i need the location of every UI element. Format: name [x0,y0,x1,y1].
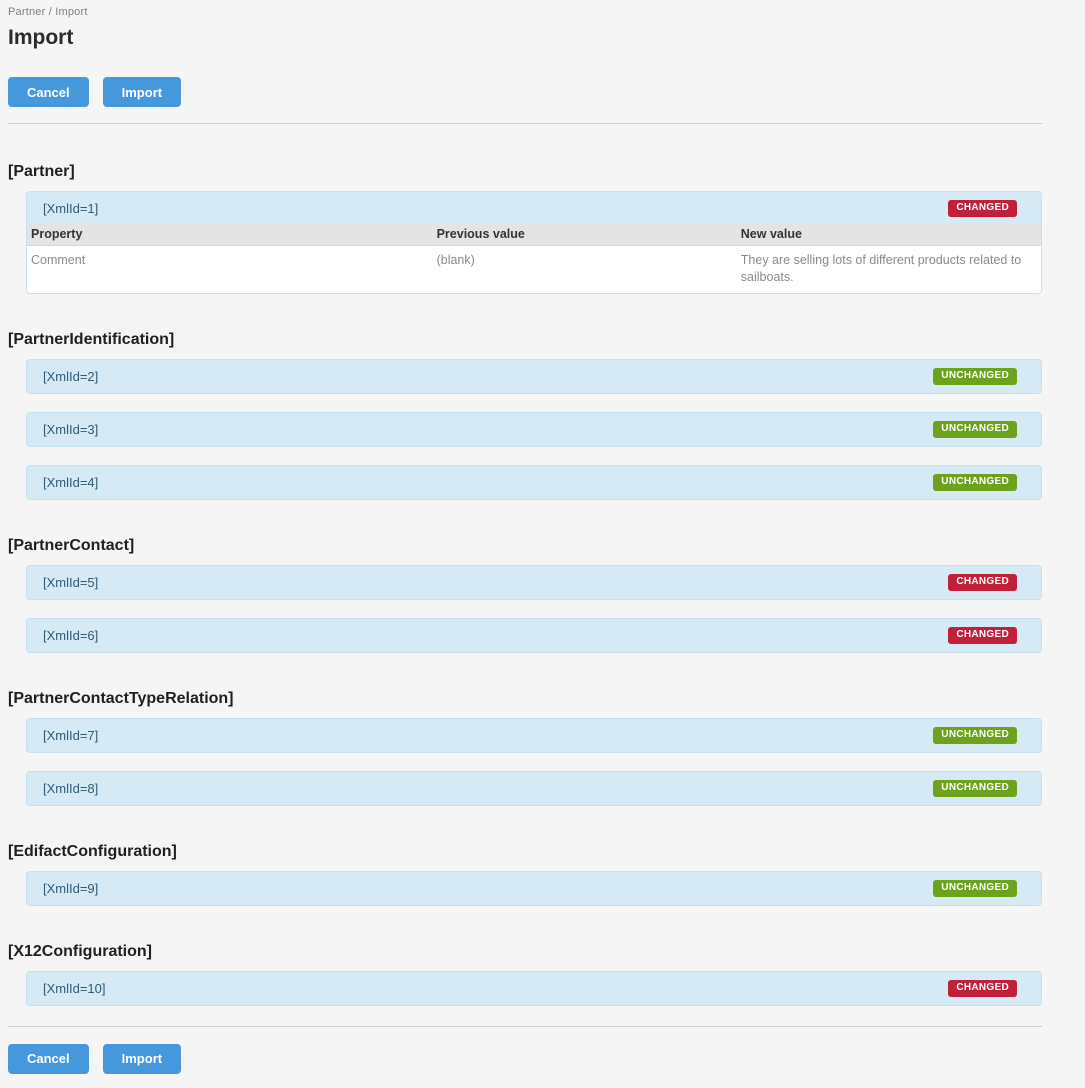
entity-section: [Partner] [XmlId=1] CHANGED PropertyPrev… [8,163,1042,294]
table-cell: Comment [27,246,433,293]
section-title: [PartnerIdentification] [8,331,1042,349]
entry-card: [XmlId=5] CHANGED [26,565,1042,600]
status-badge: UNCHANGED [933,368,1017,385]
status-badge: UNCHANGED [933,727,1017,744]
status-badge: UNCHANGED [933,421,1017,438]
entry-card: [XmlId=6] CHANGED [26,618,1042,653]
entry-id: [XmlId=5] [43,575,98,590]
entry-id: [XmlId=3] [43,422,98,437]
section-title: [X12Configuration] [8,943,1042,961]
bottom-action-bar: Cancel Import [8,1044,1042,1074]
entry-id: [XmlId=1] [43,201,98,216]
entity-section: [PartnerIdentification] [XmlId=2] UNCHAN… [8,331,1042,500]
entry-card: [XmlId=2] UNCHANGED [26,359,1042,394]
entry-bar[interactable]: [XmlId=10] CHANGED [26,971,1042,1006]
table-cell: (blank) [433,246,737,293]
section-title: [EdifactConfiguration] [8,843,1042,861]
table-row: Comment(blank)They are selling lots of d… [27,246,1041,293]
entry-bar[interactable]: [XmlId=1] CHANGED [27,192,1041,224]
entry-card: [XmlId=9] UNCHANGED [26,871,1042,906]
entry-bar[interactable]: [XmlId=2] UNCHANGED [26,359,1042,394]
entity-section: [X12Configuration] [XmlId=10] CHANGED [8,943,1042,1006]
sections: [Partner] [XmlId=1] CHANGED PropertyPrev… [8,163,1042,1006]
section-entries: [XmlId=9] UNCHANGED [26,871,1042,906]
entry-bar[interactable]: [XmlId=6] CHANGED [26,618,1042,653]
entry-card: [XmlId=10] CHANGED [26,971,1042,1006]
section-entries: [XmlId=7] UNCHANGED [XmlId=8] UNCHANGED [26,718,1042,806]
column-header: Property [27,224,433,246]
section-title: [Partner] [8,163,1042,181]
entry-id: [XmlId=10] [43,981,106,996]
section-entries: [XmlId=5] CHANGED [XmlId=6] CHANGED [26,565,1042,653]
import-page: Partner / Import Import Cancel Import [P… [0,0,1085,1074]
status-badge: CHANGED [948,574,1017,591]
entry-id: [XmlId=9] [43,881,98,896]
entry-bar[interactable]: [XmlId=4] UNCHANGED [26,465,1042,500]
import-button[interactable]: Import [103,1044,181,1074]
entry-card: [XmlId=7] UNCHANGED [26,718,1042,753]
section-title: [PartnerContactTypeRelation] [8,690,1042,708]
entry-card: [XmlId=1] CHANGED PropertyPrevious value… [26,191,1042,294]
entry-card: [XmlId=4] UNCHANGED [26,465,1042,500]
import-button[interactable]: Import [103,77,181,107]
status-badge: CHANGED [948,980,1017,997]
section-entries: [XmlId=1] CHANGED PropertyPrevious value… [26,191,1042,294]
entry-bar[interactable]: [XmlId=8] UNCHANGED [26,771,1042,806]
bottom-divider [8,1026,1042,1027]
status-badge: UNCHANGED [933,880,1017,897]
section-title: [PartnerContact] [8,537,1042,555]
cancel-button[interactable]: Cancel [8,1044,89,1074]
entry-bar[interactable]: [XmlId=7] UNCHANGED [26,718,1042,753]
status-badge: CHANGED [948,627,1017,644]
status-badge: UNCHANGED [933,780,1017,797]
status-badge: CHANGED [948,200,1017,217]
entry-bar[interactable]: [XmlId=3] UNCHANGED [26,412,1042,447]
entry-card: [XmlId=3] UNCHANGED [26,412,1042,447]
breadcrumb[interactable]: Partner / Import [8,6,1042,18]
table-cell: They are selling lots of different produ… [737,246,1041,293]
cancel-button[interactable]: Cancel [8,77,89,107]
entity-section: [EdifactConfiguration] [XmlId=9] UNCHANG… [8,843,1042,906]
table-header-row: PropertyPrevious valueNew value [27,224,1041,246]
entity-section: [PartnerContact] [XmlId=5] CHANGED [XmlI… [8,537,1042,653]
entry-id: [XmlId=7] [43,728,98,743]
section-entries: [XmlId=10] CHANGED [26,971,1042,1006]
column-header: New value [737,224,1041,246]
entry-id: [XmlId=6] [43,628,98,643]
top-action-bar: Cancel Import [8,77,1042,107]
entry-bar[interactable]: [XmlId=5] CHANGED [26,565,1042,600]
top-divider [8,123,1042,124]
changes-table: PropertyPrevious valueNew value Comment(… [27,224,1041,293]
entry-bar[interactable]: [XmlId=9] UNCHANGED [26,871,1042,906]
entry-card: [XmlId=8] UNCHANGED [26,771,1042,806]
page-title: Import [8,26,1042,50]
status-badge: UNCHANGED [933,474,1017,491]
column-header: Previous value [433,224,737,246]
entry-id: [XmlId=4] [43,475,98,490]
entry-id: [XmlId=2] [43,369,98,384]
entry-id: [XmlId=8] [43,781,98,796]
entity-section: [PartnerContactTypeRelation] [XmlId=7] U… [8,690,1042,806]
section-entries: [XmlId=2] UNCHANGED [XmlId=3] UNCHANGED … [26,359,1042,500]
